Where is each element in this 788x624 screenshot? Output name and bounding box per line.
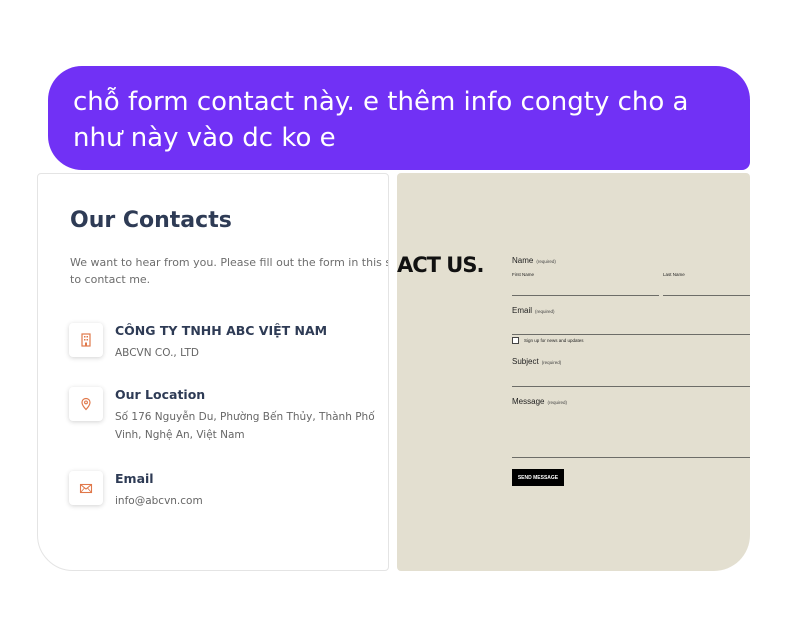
email-title: Email: [115, 471, 154, 486]
location-address: Số 176 Nguyễn Du, Phường Bến Thủy, Thành…: [115, 411, 375, 441]
contacts-description: We want to hear from you. Please fill ou…: [70, 254, 389, 288]
email-required-note: (required): [535, 309, 555, 314]
email-field-label: Email (required): [512, 306, 555, 315]
email-address[interactable]: info@abcvn.com: [115, 492, 388, 510]
chat-message-bubble: chỗ form contact này. e thêm info congty…: [48, 66, 750, 170]
name-required-note: (required): [536, 259, 556, 264]
last-name-input[interactable]: [663, 295, 750, 296]
signup-checkbox[interactable]: [512, 337, 519, 344]
subject-input[interactable]: [512, 386, 750, 387]
message-label-text: Message: [512, 397, 545, 406]
location-pin-icon: [69, 387, 103, 421]
subject-field-label: Subject (required): [512, 357, 561, 366]
envelope-icon: [69, 471, 103, 505]
first-name-label: First Name: [512, 272, 535, 277]
message-required-note: (required): [547, 400, 567, 405]
company-short-name: ABCVN CO., LTD: [115, 347, 199, 359]
name-label-text: Name: [512, 256, 534, 265]
message-textarea[interactable]: [512, 457, 750, 458]
email-label-text: Email: [512, 306, 533, 315]
location-title: Our Location: [115, 387, 206, 402]
signup-checkbox-label: Sign up for news and updates: [524, 338, 584, 343]
company-name: CÔNG TY TNHH ABC VIỆT NAM: [115, 323, 328, 338]
contacts-description-line-2: to contact me.: [70, 273, 151, 286]
chat-message-line-2: như này vào dc ko e: [73, 123, 336, 153]
contacts-title: Our Contacts: [70, 208, 232, 233]
first-name-input[interactable]: [512, 295, 659, 296]
email-input[interactable]: [512, 334, 750, 335]
contacts-description-line-1: We want to hear from you. Please fill ou…: [70, 256, 389, 269]
contact-form-heading: ACT US.: [397, 253, 484, 277]
contacts-panel: Our Contacts We want to hear from you. P…: [37, 173, 389, 571]
building-icon: [69, 323, 103, 357]
send-message-button[interactable]: SEND MESSAGE: [512, 469, 564, 486]
chat-message-line-1: chỗ form contact này. e thêm info congty…: [73, 87, 689, 117]
subject-label-text: Subject: [512, 357, 539, 366]
contact-form-panel: ACT US. Name (required) First Name Last N…: [397, 173, 750, 571]
subject-required-note: (required): [541, 360, 562, 365]
message-field-label: Message (required): [512, 397, 567, 406]
last-name-label: Last Name: [663, 272, 685, 277]
name-field-label: Name (required): [512, 256, 556, 265]
